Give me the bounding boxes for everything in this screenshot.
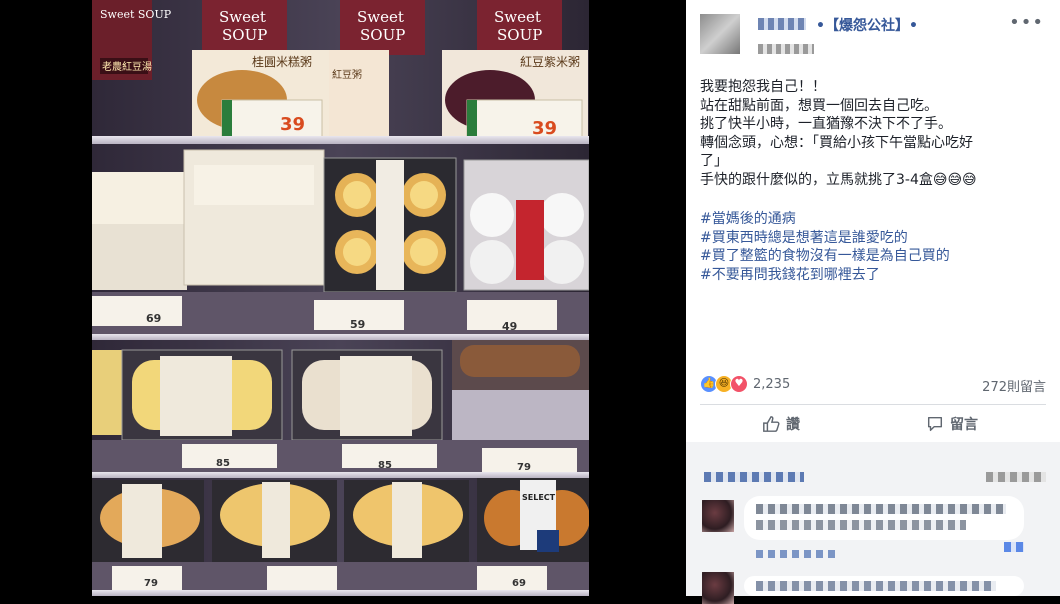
- like-button[interactable]: 讚: [762, 414, 800, 434]
- love-reaction-icon: ♥: [730, 375, 748, 393]
- comment-text-blurred: [756, 520, 966, 530]
- reaction-count: 2,235: [753, 376, 791, 392]
- post-line: 了」: [700, 153, 728, 169]
- hashtag-link[interactable]: #買東西時總是想著這是誰愛吃的: [700, 229, 950, 248]
- comment-label: 留言: [950, 417, 978, 433]
- hashtag-link[interactable]: #買了整籃的食物沒有一樣是為自己買的: [700, 247, 950, 266]
- svg-text:Sweet: Sweet: [219, 8, 266, 26]
- like-label: 讚: [786, 417, 800, 433]
- hashtag-link[interactable]: #不要再問我錢花到哪裡去了: [700, 266, 950, 285]
- comment-filter-blurred[interactable]: [704, 472, 804, 482]
- post-meta-blurred: [758, 44, 814, 54]
- comment-button[interactable]: 留言: [926, 414, 978, 434]
- post-line: 挑了快半小時，一直猶豫不決下不了手。: [700, 116, 952, 132]
- post-line: 我要抱怨我自己！！: [700, 79, 826, 95]
- comment-text-blurred: [756, 504, 1006, 514]
- comment-bubble: [744, 496, 1024, 540]
- svg-text:85: 85: [378, 460, 392, 471]
- commenter-avatar[interactable]: [702, 500, 734, 532]
- comment-count-link[interactable]: 272則留言: [982, 376, 1046, 395]
- poster-avatar[interactable]: [700, 14, 740, 54]
- svg-text:49: 49: [502, 320, 517, 333]
- comment-reaction-blurred: [1004, 542, 1024, 552]
- svg-text:紅豆粥: 紅豆粥: [332, 69, 362, 81]
- svg-text:69: 69: [146, 312, 161, 325]
- svg-text:39: 39: [280, 114, 305, 135]
- post-line: 轉個念頭，心想：「買給小孩下午當點心吃好: [700, 134, 973, 151]
- svg-text:桂圓米糕粥: 桂圓米糕粥: [252, 54, 312, 69]
- svg-text:SOUP: SOUP: [222, 26, 267, 44]
- svg-text:紅豆紫米粥: 紅豆紫米粥: [520, 55, 580, 69]
- post-body: 我要抱怨我自己！！ 站在甜點前面，想買一個回去自己吃。 挑了快半小時，一直猶豫不…: [700, 78, 1046, 189]
- svg-text:Sweet: Sweet: [494, 8, 541, 26]
- comment-actions-blurred[interactable]: [756, 550, 836, 558]
- comment-icon: [927, 416, 943, 432]
- post-panel: •【爆怨公社】• ••• 我要抱怨我自己！！ 站在甜點前面，想買一個回去自己吃。…: [686, 0, 1060, 604]
- post-line: 手快的跟什麼似的，立馬就挑了3-4盒😅😅😅: [700, 171, 977, 188]
- thumbs-up-icon: [763, 416, 780, 432]
- svg-text:Sweet: Sweet: [357, 8, 404, 26]
- comment-text-blurred: [756, 581, 996, 591]
- svg-text:69: 69: [512, 578, 526, 589]
- svg-text:59: 59: [350, 318, 365, 331]
- reactions-summary[interactable]: 👍 😆 ♥ 2,235: [700, 375, 790, 393]
- post-line: 站在甜點前面，想買一個回去自己吃。: [700, 97, 938, 114]
- hashtag-list: #當媽後的通病 #買東西時總是想著這是誰愛吃的 #買了整籃的食物沒有一樣是為自己…: [700, 210, 950, 284]
- commenter-avatar[interactable]: [702, 572, 734, 604]
- divider: [700, 404, 1046, 405]
- dessert-shelf-photo: Sweet SOUP 老農紅豆湯 Sweet SOUP Sweet SOUP S…: [92, 0, 589, 596]
- svg-text:Sweet SOUP: Sweet SOUP: [100, 8, 172, 21]
- poster-name-blurred[interactable]: [758, 18, 806, 30]
- comment-sort-blurred[interactable]: [986, 472, 1046, 482]
- more-options-icon[interactable]: •••: [1009, 12, 1044, 33]
- svg-text:SOUP: SOUP: [360, 26, 405, 44]
- post-photo[interactable]: Sweet SOUP 老農紅豆湯 Sweet SOUP Sweet SOUP S…: [92, 0, 589, 596]
- svg-text:SOUP: SOUP: [497, 26, 542, 44]
- svg-text:39: 39: [532, 118, 557, 139]
- comment-bubble: [744, 576, 1024, 596]
- hashtag-link[interactable]: #當媽後的通病: [700, 210, 950, 229]
- svg-text:85: 85: [216, 458, 230, 469]
- svg-text:SELECT: SELECT: [522, 493, 556, 502]
- svg-text:79: 79: [517, 462, 531, 473]
- comments-section: [686, 442, 1060, 604]
- svg-text:老農紅豆湯: 老農紅豆湯: [102, 60, 152, 73]
- group-name-link[interactable]: •【爆怨公社】•: [816, 15, 918, 35]
- svg-text:79: 79: [144, 578, 158, 589]
